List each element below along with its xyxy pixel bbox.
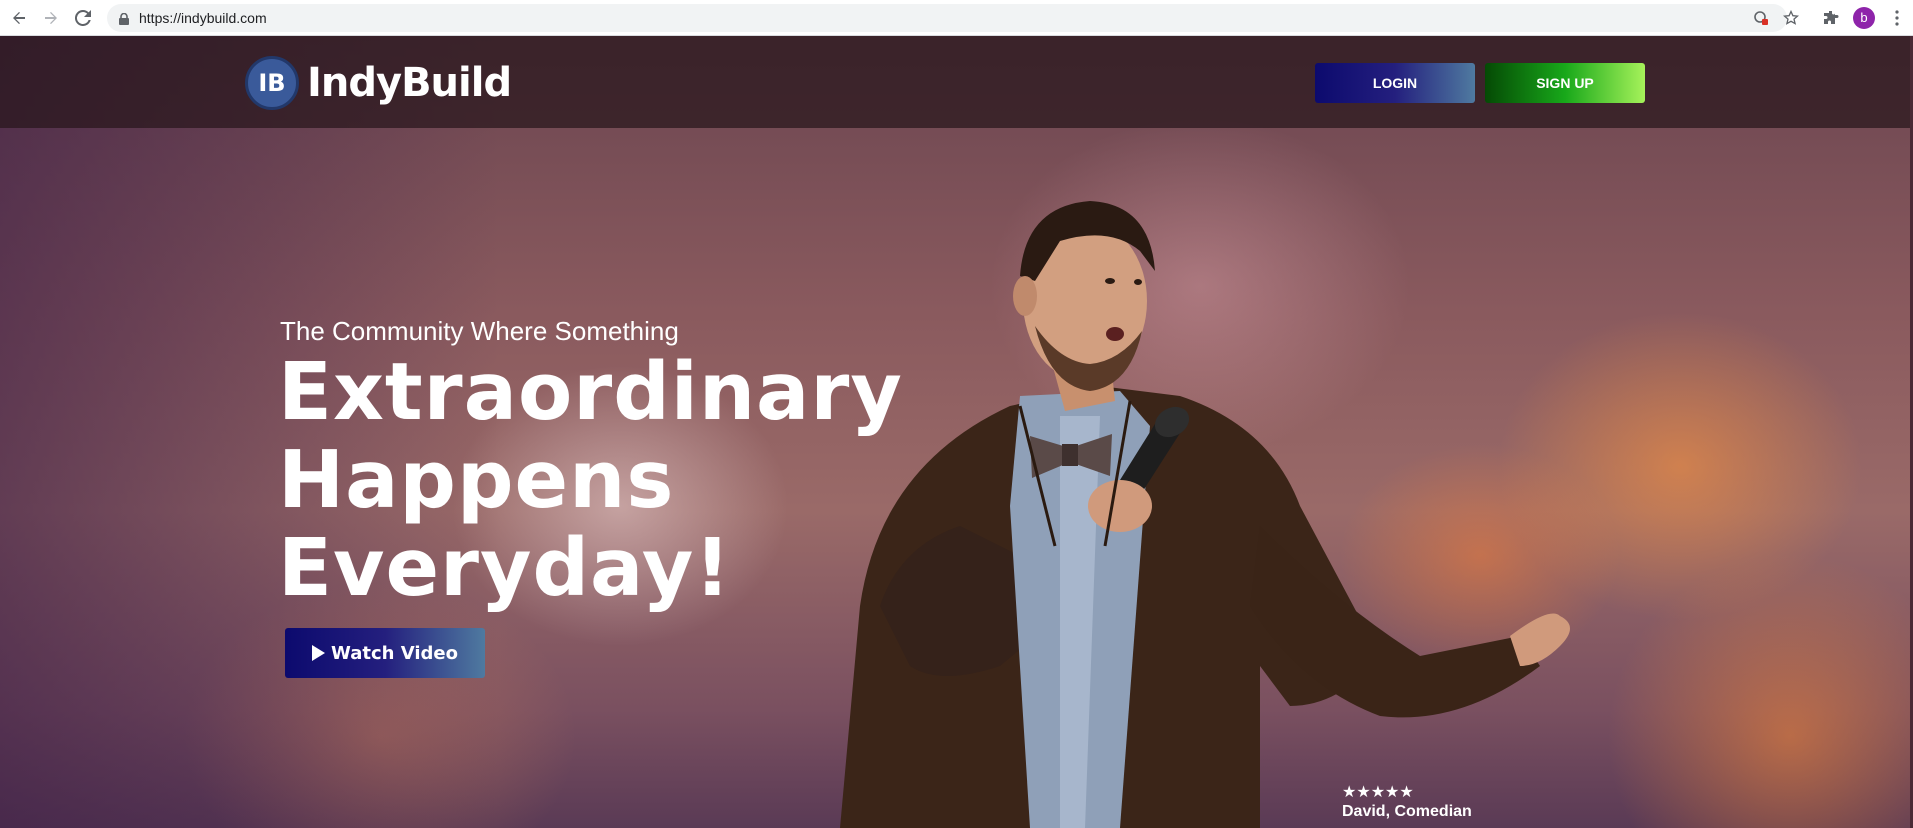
back-icon[interactable] bbox=[8, 7, 30, 29]
logo-text: IndyBuild bbox=[307, 60, 512, 106]
star-icon[interactable] bbox=[1780, 7, 1802, 29]
hero-title-line: Happens bbox=[278, 434, 675, 526]
forward-icon[interactable] bbox=[40, 7, 62, 29]
menu-icon[interactable] bbox=[1886, 7, 1908, 29]
url-text: https://indybuild.com bbox=[139, 10, 267, 26]
lock-icon bbox=[119, 12, 129, 30]
logo-mark: IB bbox=[245, 56, 299, 110]
extensions-icon[interactable] bbox=[1820, 7, 1842, 29]
testimonial-name: David, Comedian bbox=[1342, 803, 1472, 820]
testimonial: ★★★★★ David, Comedian bbox=[1342, 785, 1472, 821]
play-icon bbox=[312, 645, 326, 661]
site-header: IB IndyBuild LOGIN SIGN UP bbox=[0, 36, 1913, 128]
hero-title-line: Everyday! bbox=[278, 522, 732, 614]
watch-video-label: Watch Video bbox=[331, 642, 458, 664]
page-viewport: IB IndyBuild LOGIN SIGN UP The Community… bbox=[0, 36, 1913, 828]
hero-subtitle: The Community Where Something bbox=[280, 316, 679, 346]
site-logo[interactable]: IB IndyBuild bbox=[245, 56, 512, 110]
browser-toolbar: https://indybuild.com b bbox=[0, 0, 1913, 36]
profile-avatar[interactable]: b bbox=[1853, 7, 1875, 29]
rating-stars: ★★★★★ bbox=[1342, 784, 1414, 801]
reload-icon[interactable] bbox=[72, 7, 94, 29]
login-button[interactable]: LOGIN bbox=[1315, 63, 1475, 103]
watch-video-button[interactable]: Watch Video bbox=[285, 628, 485, 678]
address-bar[interactable]: https://indybuild.com bbox=[107, 4, 1787, 32]
hero-title-line: Extraordinary bbox=[278, 346, 903, 438]
hero-title: Extraordinary Happens Everyday! bbox=[278, 348, 978, 612]
signup-button[interactable]: SIGN UP bbox=[1485, 63, 1645, 103]
blocked-icon[interactable] bbox=[1750, 7, 1772, 29]
